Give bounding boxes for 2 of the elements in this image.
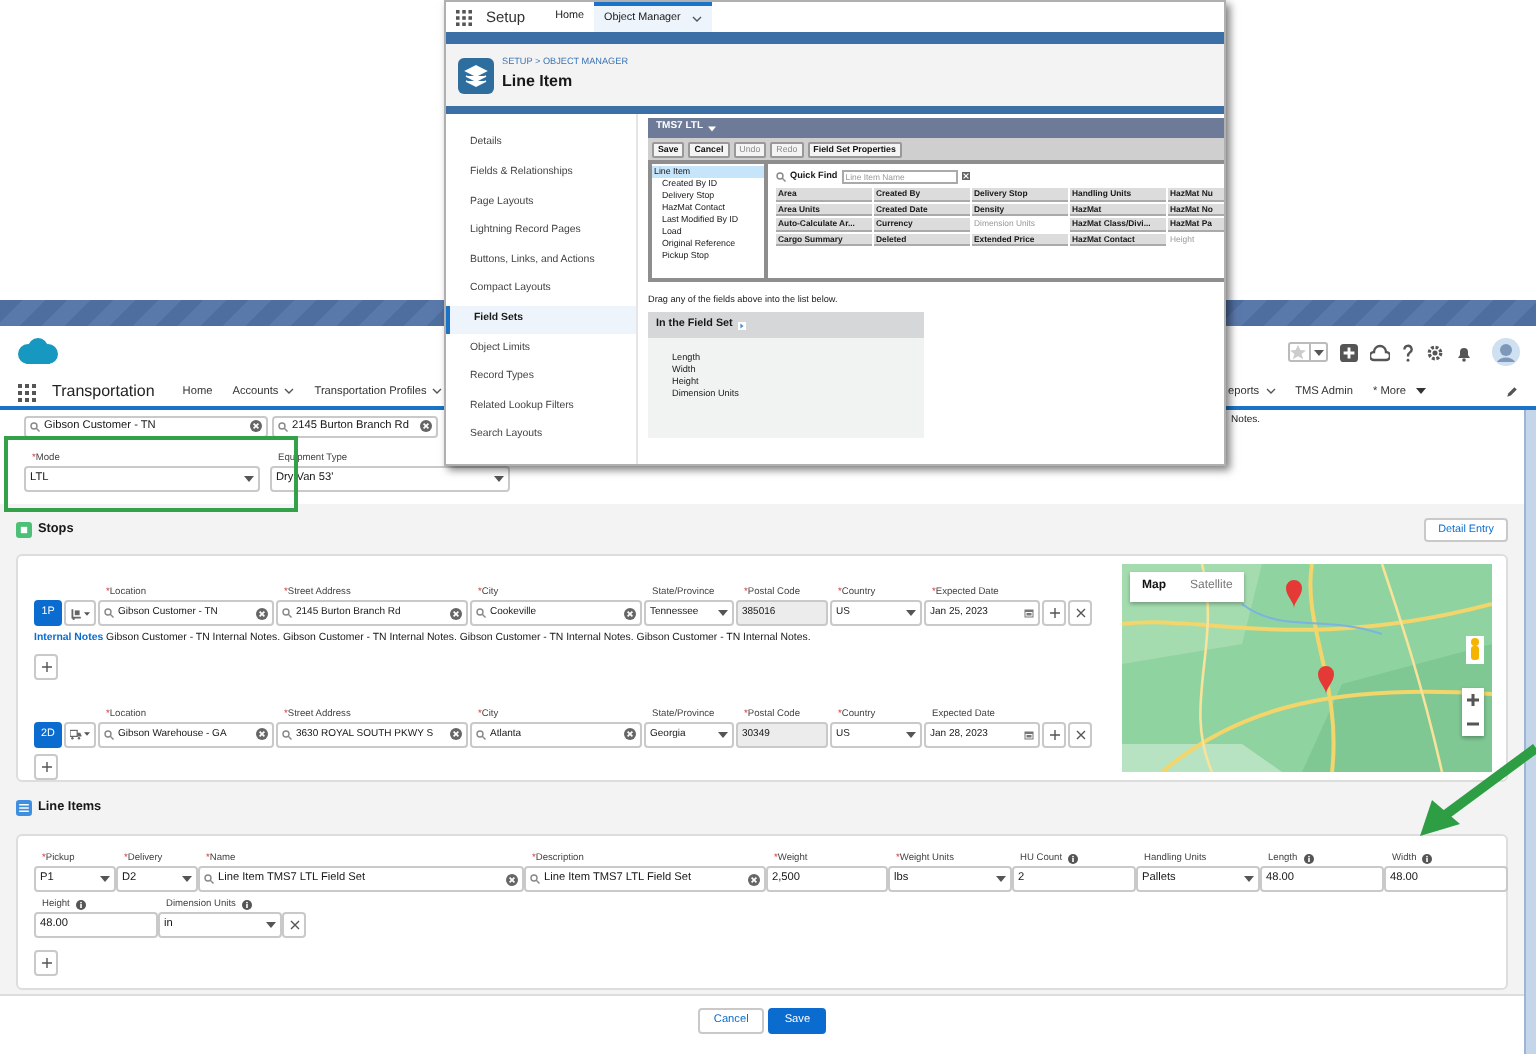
app-name: Transportation [52, 380, 155, 404]
page-title: Line Item [502, 69, 575, 94]
